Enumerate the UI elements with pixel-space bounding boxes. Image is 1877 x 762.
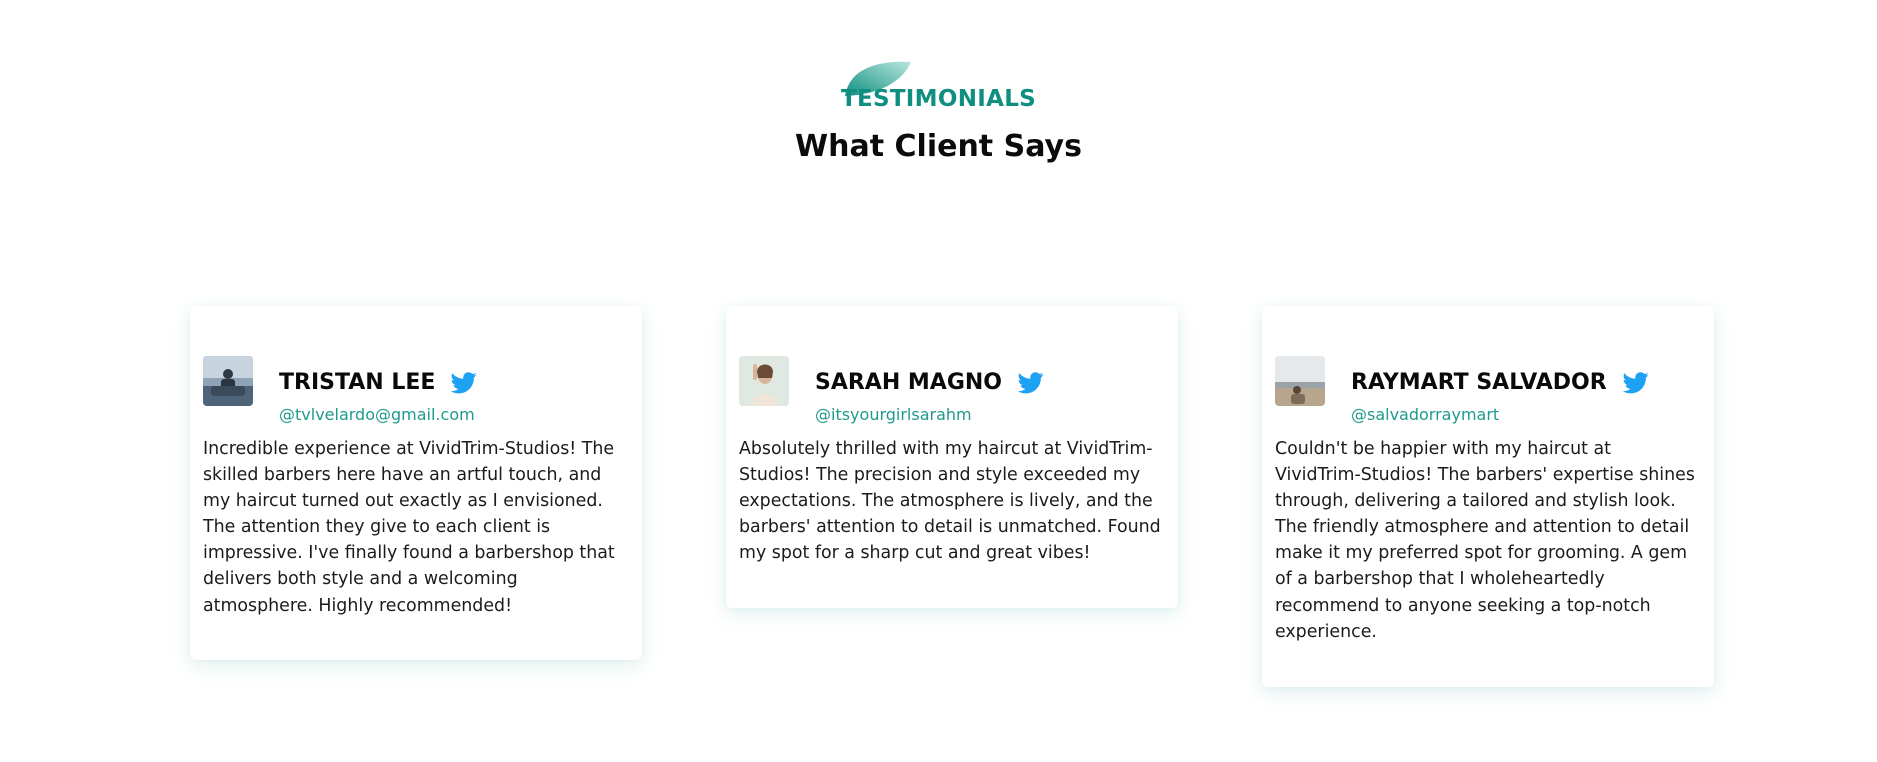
testimonial-text: Couldn't be happier with my haircut at V… [1275, 439, 1695, 642]
card-header: RAYMART SALVADOR @salvadorraymart [1275, 356, 1700, 436]
testimonial-card: SARAH MAGNO @itsyourgirlsarahm Absolutel… [726, 306, 1178, 608]
section-title: What Client Says [795, 129, 1082, 164]
testimonial-card: RAYMART SALVADOR @salvadorraymart Couldn… [1262, 306, 1714, 687]
name-row: TRISTAN LEE [279, 370, 478, 395]
testimonial-card: TRISTAN LEE @tvlvelardo@gmail.com Incred… [190, 306, 642, 660]
name-row: RAYMART SALVADOR [1351, 370, 1649, 395]
client-name: TRISTAN LEE [279, 370, 436, 395]
twitter-icon[interactable] [451, 371, 478, 394]
avatar [1275, 356, 1325, 406]
avatar-photo [1275, 356, 1325, 406]
card-header: TRISTAN LEE @tvlvelardo@gmail.com [203, 356, 628, 436]
twitter-icon[interactable] [1622, 371, 1649, 394]
client-handle[interactable]: @salvadorraymart [1351, 405, 1499, 424]
client-handle[interactable]: @tvlvelardo@gmail.com [279, 405, 475, 424]
avatar-photo [739, 356, 789, 406]
testimonial-text: Incredible experience at VividTrim-Studi… [203, 439, 615, 616]
client-name: RAYMART SALVADOR [1351, 370, 1607, 395]
testimonial-text: Absolutely thrilled with my haircut at V… [739, 439, 1161, 564]
section-eyebrow: TESTIMONIALS [840, 86, 1037, 112]
client-handle[interactable]: @itsyourgirlsarahm [815, 405, 972, 424]
avatar-photo [203, 356, 253, 406]
eyebrow-block: TESTIMONIALS [841, 58, 1036, 114]
avatar [203, 356, 253, 406]
twitter-icon[interactable] [1018, 371, 1044, 394]
avatar [739, 356, 789, 406]
section-header: TESTIMONIALS What Client Says [0, 58, 1877, 164]
client-name: SARAH MAGNO [815, 370, 1002, 395]
name-row: SARAH MAGNO [815, 370, 1044, 395]
card-header: SARAH MAGNO @itsyourgirlsarahm [739, 356, 1164, 436]
testimonials-section: TESTIMONIALS What Client Says TRISTAN LE… [0, 0, 1877, 762]
